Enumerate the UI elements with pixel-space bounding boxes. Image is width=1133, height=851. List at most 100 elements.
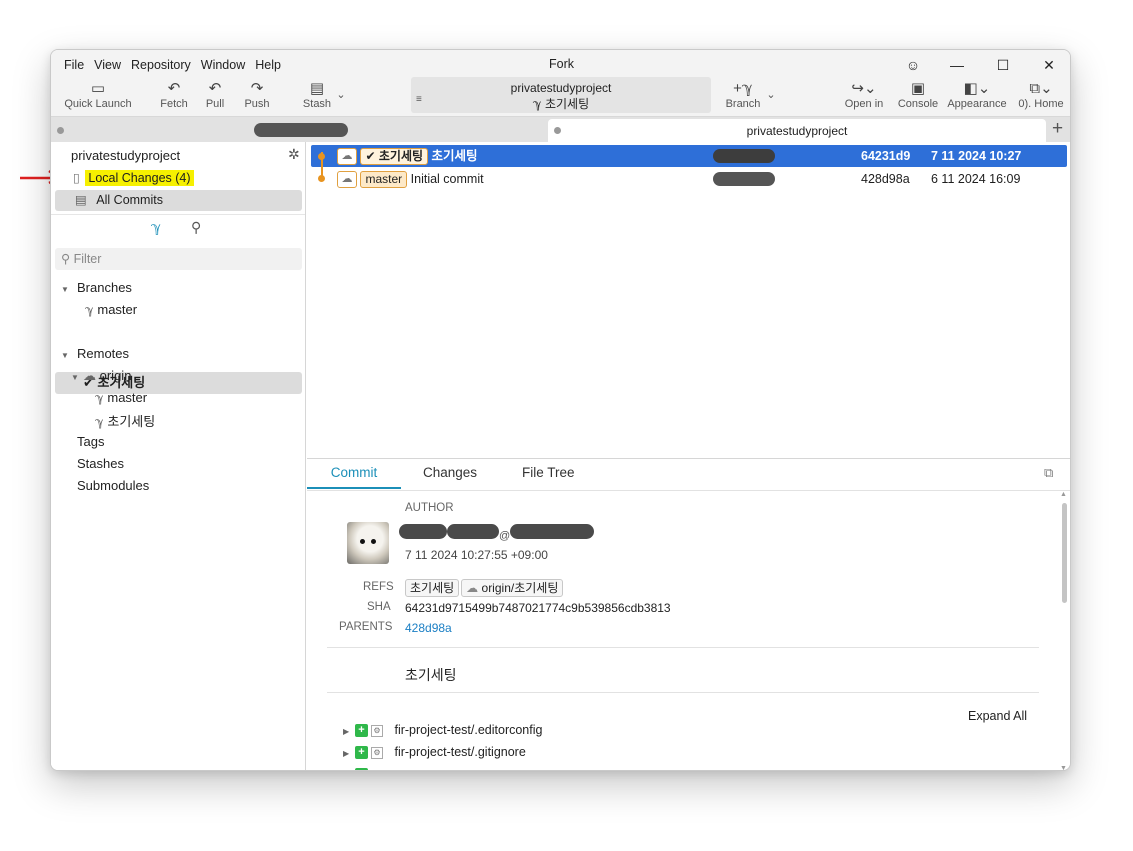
redacted-tab-name: [254, 123, 348, 137]
tree-remote-origin[interactable]: ▼ ☁ origin: [71, 368, 131, 384]
open-in-icon: ↪⌄: [851, 80, 877, 97]
config-file-icon: ⚙: [371, 724, 383, 737]
tab-hidden-repo[interactable]: [51, 117, 548, 143]
branch-button[interactable]: +ℽ Branch: [723, 80, 763, 110]
parent-sha-link[interactable]: 428d98a: [405, 621, 452, 635]
added-file-icon: +: [355, 724, 368, 738]
tree-tags[interactable]: Tags: [77, 434, 104, 449]
file-row[interactable]: ▶ + ⚙ fir-project-test/.editorconfig: [343, 723, 543, 738]
appearance-label: Appearance: [947, 98, 1007, 110]
repository-selector[interactable]: ≡ privatestudyproject ℽ 초기세팅: [411, 77, 711, 113]
pull-button[interactable]: ↶ Pull: [199, 80, 231, 110]
branch-icon: ℽ: [95, 415, 104, 429]
branches-view-icon[interactable]: ℽ: [151, 219, 161, 236]
menu-file[interactable]: File: [59, 58, 89, 72]
all-commits-label: All Commits: [96, 193, 163, 207]
commit-row[interactable]: ☁ master Initial commit 428d98a 6 11 202…: [311, 168, 1067, 190]
scroll-thumb[interactable]: [1062, 503, 1067, 603]
refs-list: 초기세팅 ☁ origin/초기세팅: [405, 579, 565, 597]
tab-commit[interactable]: Commit: [307, 459, 401, 489]
pull-label: Pull: [205, 98, 225, 110]
tab-privatestudyproject[interactable]: privatestudyproject: [548, 119, 1046, 143]
remote-branch-master-label: master: [107, 390, 148, 405]
ref-tag-current-label: 초기세팅: [378, 149, 424, 164]
menu-help[interactable]: Help: [250, 58, 286, 72]
tree-branch-master[interactable]: ℽ master: [85, 302, 137, 317]
ref-chip-remote-label: origin/초기세팅: [481, 581, 559, 595]
minimize-button[interactable]: —: [935, 54, 979, 76]
author-label: AUTHOR: [405, 502, 454, 514]
menu-view[interactable]: View: [89, 58, 126, 72]
file-path: fir-project-test/.editorconfig: [394, 723, 543, 737]
expand-triangle-icon: ▼: [61, 351, 69, 360]
stash-dropdown-chevron-icon[interactable]: ⌄: [335, 88, 347, 101]
commit-date: 7 11 2024 10:27: [931, 149, 1022, 163]
tab-changes[interactable]: Changes: [423, 459, 477, 489]
file-row[interactable]: ▶ + ⚙ fir-project-test/.gitignore: [343, 745, 526, 760]
added-file-icon: +: [355, 746, 368, 760]
commit-message-body: 초기세팅: [405, 667, 457, 683]
push-label: Push: [244, 98, 270, 110]
repo-box-branch-label: 초기세팅: [544, 97, 590, 111]
sha-value: 64231d9715499b7487021774c9b539856cdb3813: [405, 601, 671, 615]
folder-icon: ▭: [90, 80, 106, 97]
push-button[interactable]: ↷ Push: [241, 80, 273, 110]
remotes-label: Remotes: [77, 346, 130, 361]
branch-label: Branch: [725, 98, 761, 110]
quick-launch-button[interactable]: ▭ Quick Launch: [63, 80, 133, 110]
branch-dropdown-chevron-icon[interactable]: ⌄: [765, 88, 777, 101]
author-email-at: @: [499, 530, 511, 542]
expand-all-button[interactable]: Expand All: [968, 709, 1027, 723]
tree-stashes[interactable]: Stashes: [77, 456, 124, 471]
commit-sha: 428d98a: [861, 172, 910, 186]
redacted-author: [713, 149, 775, 163]
windows-icon: ⧉⌄: [1029, 80, 1053, 97]
ref-tag-master: master: [360, 171, 408, 189]
open-in-label: Open in: [844, 98, 884, 110]
details-divider: [327, 692, 1039, 693]
open-external-icon[interactable]: ⧉: [1044, 465, 1053, 481]
ref-chip-local[interactable]: 초기세팅: [405, 579, 460, 597]
tree-branches[interactable]: ▼ Branches: [61, 280, 132, 295]
maximize-button[interactable]: ☐: [981, 54, 1025, 76]
filter-placeholder: Filter: [73, 252, 102, 266]
add-tab-plus-icon[interactable]: +: [1052, 118, 1063, 140]
commit-message: 초기세팅: [431, 149, 478, 163]
remote-cloud-icon: ☁: [337, 171, 357, 189]
sidebar-item-all-commits[interactable]: ▤ All Commits: [55, 190, 302, 211]
avatar: [347, 522, 389, 564]
cloud-icon: ☁: [466, 581, 482, 595]
details-scrollbar[interactable]: ▲ ▼: [1059, 491, 1069, 770]
sidebar-item-local-changes[interactable]: ▯ Local Changes (4): [55, 168, 302, 189]
filter-input[interactable]: ⚲ Filter: [55, 248, 302, 270]
scroll-up-icon[interactable]: ▲: [1060, 491, 1067, 498]
commit-row[interactable]: ☁ ✔ 초기세팅 초기세팅 64231d9 7 11 2024 10:27: [311, 145, 1067, 167]
close-button[interactable]: ✕: [1027, 54, 1070, 76]
scroll-down-icon[interactable]: ▼: [1060, 765, 1067, 770]
tree-submodules[interactable]: Submodules: [77, 478, 149, 493]
menu-window[interactable]: Window: [196, 58, 250, 72]
repo-settings-gear-icon[interactable]: ✲: [288, 146, 300, 163]
repo-tabs-bar: privatestudyproject +: [51, 116, 1070, 143]
fetch-button[interactable]: ↶ Fetch: [155, 80, 193, 110]
commit-sha: 64231d9: [861, 149, 911, 163]
home-button[interactable]: ⧉⌄ 0). Home: [1015, 80, 1067, 110]
ref-chip-remote[interactable]: ☁ origin/초기세팅: [461, 579, 564, 597]
menu-repository[interactable]: Repository: [126, 58, 196, 72]
tree-remote-branch-current[interactable]: ℽ 초기세팅: [95, 411, 155, 430]
commit-message: Initial commit: [410, 172, 484, 186]
tab-file-tree[interactable]: File Tree: [522, 459, 575, 489]
feedback-smiley-icon[interactable]: ☺: [891, 54, 935, 76]
branch-icon: ℽ: [85, 303, 94, 317]
pull-icon: ↶: [208, 80, 222, 97]
open-in-button[interactable]: ↪⌄ Open in: [841, 80, 887, 110]
appearance-button[interactable]: ◧⌄ Appearance: [945, 80, 1009, 110]
console-button[interactable]: ▣ Console: [895, 80, 941, 110]
file-row-partial[interactable]: ▶+: [343, 767, 368, 770]
tree-remotes[interactable]: ▼ Remotes: [61, 346, 129, 361]
remote-origin-label: origin: [99, 368, 132, 383]
search-icon[interactable]: ⚲: [191, 219, 201, 236]
tree-remote-branch-master[interactable]: ℽ master: [95, 390, 147, 405]
tab-status-dot: [57, 127, 64, 134]
stash-button[interactable]: ▤ Stash: [299, 80, 335, 110]
